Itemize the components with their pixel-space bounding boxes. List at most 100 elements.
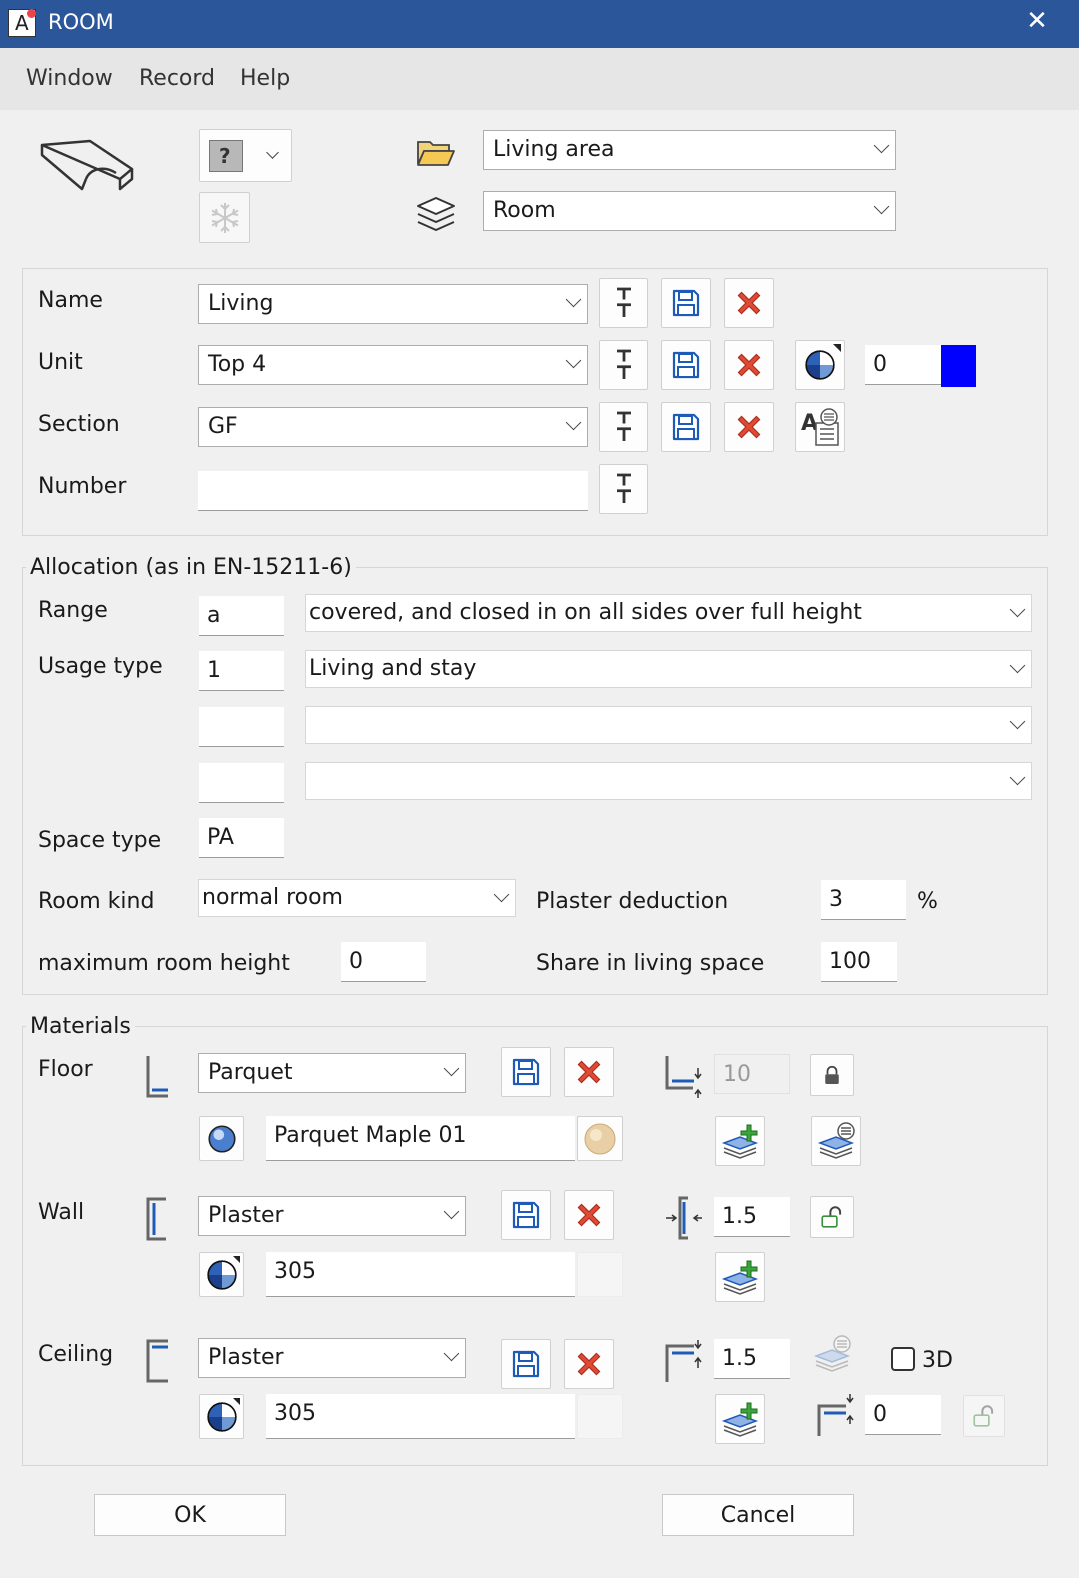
ok-button[interactable]: OK (94, 1494, 286, 1536)
text-format-button[interactable] (599, 402, 648, 452)
plaster-deduction-label: Plaster deduction (536, 889, 729, 914)
range-select[interactable]: covered, and closed in on all sides over… (305, 594, 1032, 632)
add-layer-icon (720, 1399, 760, 1439)
delete-button[interactable] (564, 1047, 614, 1097)
name-select[interactable]: Living (198, 284, 588, 324)
usage2-code-input[interactable] (199, 707, 284, 747)
snowflake-icon (211, 202, 238, 233)
unit-color-swatch[interactable] (941, 345, 976, 387)
color-pen-button[interactable] (795, 340, 845, 390)
plaster-deduction-input[interactable]: 3 (821, 880, 906, 920)
save-button[interactable] (661, 278, 711, 328)
section-label: Section (38, 412, 120, 437)
folder-select[interactable]: Living area (483, 130, 896, 170)
text-format-button[interactable] (599, 340, 648, 390)
number-label: Number (38, 474, 127, 499)
floor-render-material-button[interactable] (199, 1116, 244, 1161)
menu-window[interactable]: Window (26, 66, 113, 91)
save-button[interactable] (661, 402, 711, 452)
percent-unit-label: % (917, 889, 938, 914)
ceiling-pen-button[interactable] (199, 1394, 244, 1439)
save-button[interactable] (661, 340, 711, 390)
save-button[interactable] (501, 1047, 551, 1097)
ceiling-3d-label: 3D (922, 1348, 953, 1373)
floor-material-select[interactable]: Parquet (198, 1053, 466, 1093)
wall-thickness-icon (664, 1196, 704, 1240)
color-wheel-icon (803, 348, 837, 382)
floor-layer-settings-button[interactable] (811, 1116, 861, 1166)
floor-surface-input[interactable]: Parquet Maple 01 (266, 1116, 575, 1161)
ceiling-material-select[interactable]: Plaster (198, 1338, 466, 1378)
max-room-height-input[interactable]: 0 (341, 942, 426, 982)
save-button[interactable] (501, 1339, 551, 1389)
delete-button[interactable] (724, 278, 774, 328)
wall-add-layer-button[interactable] (715, 1252, 765, 1302)
wall-thickness-input[interactable]: 1.5 (714, 1197, 790, 1237)
wall-texture-preview[interactable] (577, 1252, 623, 1297)
close-icon[interactable]: ✕ (1022, 6, 1052, 40)
delete-button[interactable] (724, 340, 774, 390)
cancel-button[interactable]: Cancel (662, 1494, 854, 1536)
text-settings-button[interactable]: A (795, 402, 845, 452)
delete-button[interactable] (564, 1190, 614, 1240)
unit-color-number[interactable]: 0 (865, 345, 941, 385)
add-layer-icon (720, 1257, 760, 1297)
materials-legend: Materials (26, 1014, 135, 1039)
usage-type-label: Usage type (38, 654, 163, 679)
floor-texture-preview[interactable] (577, 1116, 623, 1161)
floor-thickness-input[interactable]: 10 (714, 1054, 790, 1094)
ceiling-3d-checkbox[interactable] (891, 1347, 915, 1371)
menu-record[interactable]: Record (139, 66, 215, 91)
wall-pen-button[interactable] (199, 1252, 244, 1297)
help-dropdown-button[interactable]: ? (199, 129, 292, 182)
usage3-code-input[interactable] (199, 763, 284, 803)
usage3-select[interactable] (305, 762, 1032, 800)
floor-lock-button[interactable] (810, 1054, 854, 1096)
help-icon: ? (209, 140, 243, 172)
text-format-button[interactable] (599, 278, 648, 328)
title-bar: A ROOM ✕ (0, 0, 1079, 48)
room-kind-select[interactable]: normal room (198, 879, 516, 917)
ceiling-surface-input[interactable]: 305 (266, 1394, 575, 1439)
floor-label: Floor (38, 1057, 93, 1082)
ceiling-label: Ceiling (38, 1342, 114, 1367)
unit-select[interactable]: Top 4 (198, 345, 588, 385)
max-room-height-label: maximum room height (38, 951, 290, 976)
ceiling-add-layer-button[interactable] (715, 1394, 765, 1444)
wall-surface-icon (144, 1197, 170, 1241)
ceiling-unlock-button[interactable] (963, 1395, 1005, 1437)
ceiling-surface-icon (144, 1339, 170, 1383)
menu-help[interactable]: Help (240, 66, 290, 91)
add-layer-icon (720, 1121, 760, 1161)
ceiling-layer-settings-button[interactable] (812, 1334, 862, 1384)
name-label: Name (38, 288, 103, 313)
wall-unlock-button[interactable] (810, 1196, 854, 1238)
section-select[interactable]: GF (198, 407, 588, 447)
wall-material-select[interactable]: Plaster (198, 1196, 466, 1236)
space-type-label: Space type (38, 828, 162, 853)
layer-settings-icon (812, 1334, 852, 1374)
number-input[interactable] (198, 471, 588, 511)
text-format-button[interactable] (599, 464, 648, 514)
ceiling-texture-preview[interactable] (577, 1394, 623, 1439)
range-label: Range (38, 598, 108, 623)
ceiling-offset-input[interactable]: 0 (865, 1395, 941, 1435)
save-button[interactable] (501, 1190, 551, 1240)
freeze-button[interactable] (199, 192, 250, 243)
usage-code-input[interactable]: 1 (199, 651, 284, 691)
share-living-space-input[interactable]: 100 (821, 942, 897, 982)
layer-settings-icon (816, 1121, 856, 1161)
space-type-input[interactable]: PA (199, 818, 284, 858)
layer-select[interactable]: Room (483, 191, 896, 231)
layers-icon (415, 194, 457, 236)
range-code-input[interactable]: a (199, 596, 284, 636)
ceiling-thickness-input[interactable]: 1.5 (714, 1339, 790, 1379)
wall-surface-input[interactable]: 305 (266, 1252, 575, 1297)
delete-button[interactable] (724, 402, 774, 452)
floor-add-layer-button[interactable] (715, 1116, 765, 1166)
usage-select[interactable]: Living and stay (305, 650, 1032, 688)
menu-bar: Window Record Help (0, 48, 1079, 110)
delete-button[interactable] (564, 1339, 614, 1389)
share-living-space-label: Share in living space (536, 951, 765, 976)
usage2-select[interactable] (305, 706, 1032, 744)
